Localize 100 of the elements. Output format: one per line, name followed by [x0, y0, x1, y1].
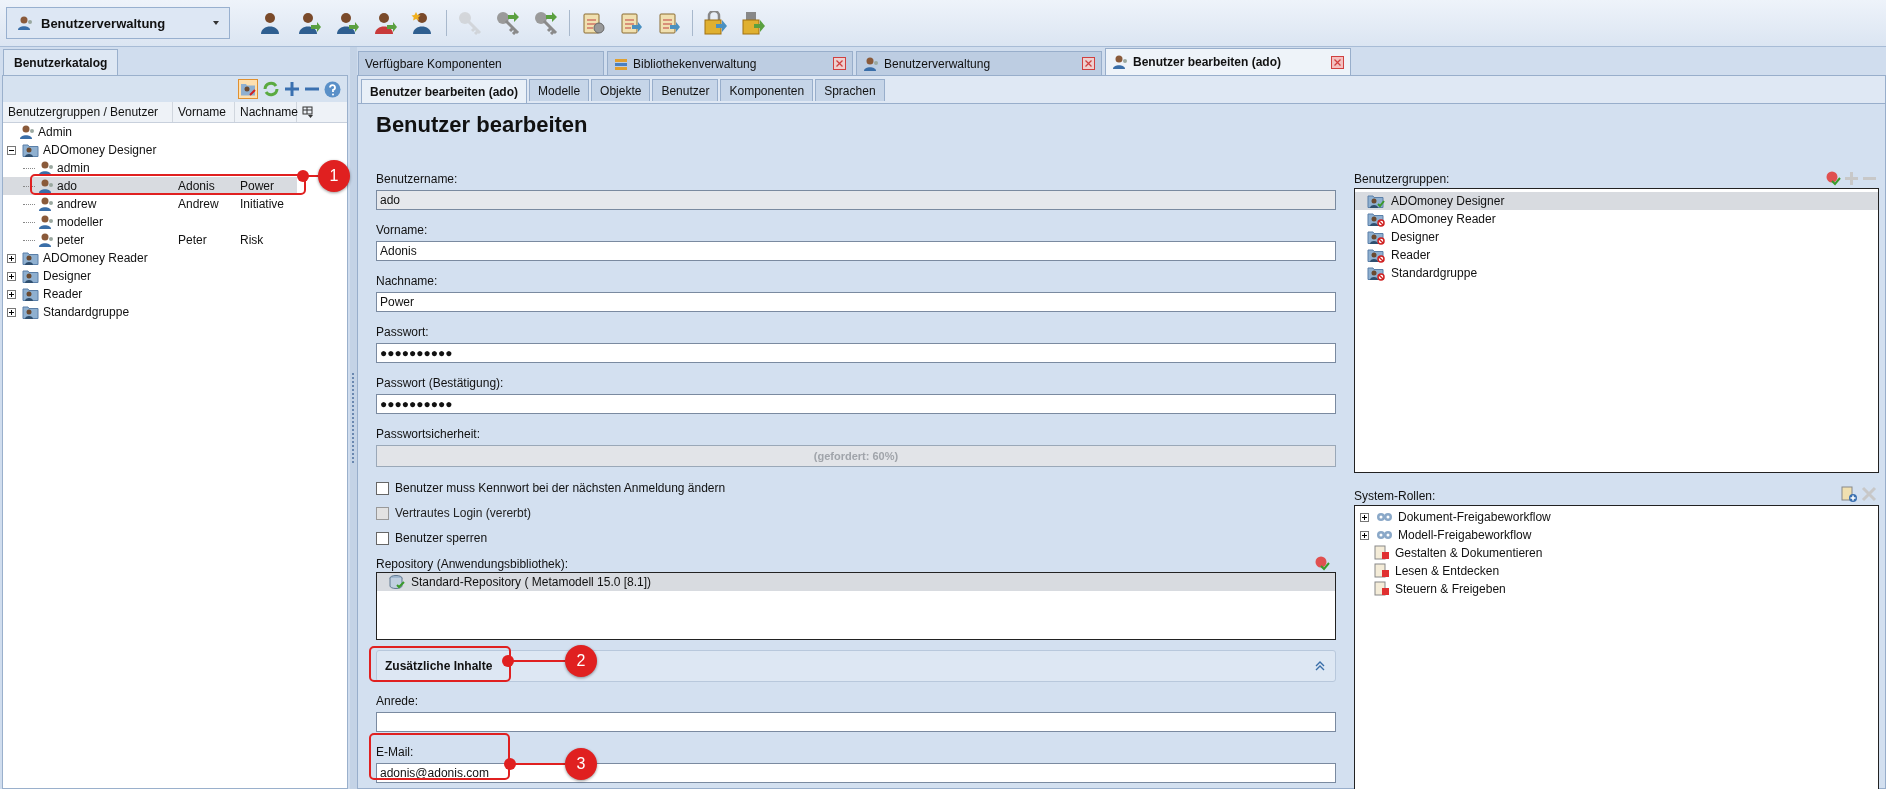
text-field[interactable]: ●●●●●●●●●● [376, 394, 1336, 414]
document-tab[interactable]: Bibliothekenverwaltung [607, 51, 853, 75]
document-tab[interactable]: Verfügbare Komponenten [358, 51, 604, 75]
group-item[interactable]: ADOmoney Designer [1355, 192, 1878, 210]
group-item[interactable]: Standardgruppe [1355, 264, 1878, 282]
role-item[interactable]: Gestalten & Dokumentieren [1355, 544, 1878, 562]
checkbox[interactable] [376, 481, 389, 495]
tree-label: modeller [57, 215, 104, 229]
expand-icon[interactable] [7, 307, 16, 317]
person-icon [373, 11, 397, 35]
repository-item[interactable]: Standard-Repository ( Metamodell 15.0 [8.1]) [377, 573, 1335, 591]
doc-icon [657, 11, 681, 35]
doc-icon [619, 11, 643, 35]
lock-icon [704, 11, 728, 35]
tree-row[interactable]: Reader [3, 285, 297, 303]
group-item[interactable]: ADOmoney Reader [1355, 210, 1878, 228]
expand-icon[interactable] [7, 271, 16, 281]
checkbox[interactable] [376, 531, 389, 545]
text-field[interactable] [376, 712, 1336, 732]
help-icon[interactable] [324, 80, 341, 98]
expand-icon[interactable] [1360, 512, 1369, 522]
column-header[interactable]: Vorname [173, 102, 235, 122]
page-tab[interactable]: Sprachen [815, 79, 885, 101]
gears-icon [1376, 528, 1394, 542]
group-item[interactable]: Reader [1355, 246, 1878, 264]
tree-label: ADOmoney Reader [43, 251, 148, 265]
checkbox-label: Benutzer sperren [395, 531, 488, 545]
expand-icon[interactable] [1360, 530, 1369, 540]
first-name-cell: Adonis [178, 179, 215, 193]
tree-row[interactable]: peter Peter Risk [3, 231, 297, 249]
tree-row[interactable]: ADOmoney Designer [3, 141, 297, 159]
tree-row[interactable]: Admin [3, 123, 297, 141]
expand-icon[interactable] [7, 289, 16, 299]
role-item[interactable]: Lesen & Entdecken [1355, 562, 1878, 580]
close-icon[interactable] [833, 57, 846, 70]
assign-icon[interactable] [1314, 555, 1330, 571]
clipboard-icon [1373, 563, 1391, 579]
collapse-icon[interactable] [7, 145, 16, 155]
tree-row[interactable]: Designer [3, 267, 297, 285]
user-icon [863, 55, 879, 72]
page-tab[interactable]: Objekte [591, 79, 651, 101]
close-icon[interactable] [1082, 57, 1095, 70]
key-icon [496, 11, 520, 35]
tree-row[interactable]: modeller [3, 213, 297, 231]
checkbox-label: Benutzer muss Kennwort bei der nächsten Anmeldung ändern [395, 481, 726, 495]
tree-row[interactable]: ADOmoney Reader [3, 249, 297, 267]
tab-label: Bibliothekenverwaltung [633, 56, 758, 71]
page-tab[interactable]: Komponenten [720, 79, 814, 101]
column-header[interactable]: Nachname [235, 102, 297, 122]
tree-row[interactable]: andrew Andrew Initiative [3, 195, 297, 213]
field-label: Passwort: [376, 325, 430, 339]
tree-label: ADOmoney Designer [43, 143, 157, 157]
person-icon [297, 11, 321, 35]
page-tab[interactable]: Benutzer [652, 79, 719, 101]
tree-row[interactable]: admin [3, 159, 297, 177]
text-field[interactable]: Power [376, 292, 1336, 312]
user-admin-icon [17, 15, 33, 31]
checkbox-label: Vertrautes Login (vererbt) [395, 506, 532, 520]
section-title: Zusätzliche Inhalte [385, 659, 493, 673]
user-group-icon [22, 268, 40, 284]
user-folder-icon[interactable] [238, 79, 258, 99]
clipboard-icon [1373, 545, 1391, 561]
page-tab[interactable]: Benutzer bearbeiten (ado) [361, 79, 528, 103]
gears-icon [1376, 510, 1394, 524]
text-field[interactable]: ●●●●●●●●●● [376, 343, 1336, 363]
column-header[interactable]: Benutzergruppen / Benutzer [3, 102, 173, 122]
document-tab[interactable]: Benutzerverwaltung [856, 51, 1102, 75]
person-icon [335, 11, 359, 35]
field-label: Vorname: [376, 223, 429, 237]
books-icon [614, 56, 628, 71]
first-name-cell: Andrew [178, 197, 219, 211]
blocked-group-icon [1367, 247, 1385, 263]
refresh-icon[interactable] [262, 80, 280, 98]
database-icon [389, 574, 405, 590]
last-name-cell: Power [240, 179, 274, 193]
role-item[interactable]: Modell-Freigabeworkflow [1355, 526, 1878, 544]
panel-tab[interactable]: Benutzerkatalog [3, 49, 119, 75]
assign-icon[interactable] [1825, 170, 1841, 186]
expand-icon[interactable] [7, 253, 16, 263]
close-icon[interactable] [1331, 55, 1344, 69]
disk-icon [742, 11, 766, 35]
leader-line [504, 758, 565, 770]
document-tab[interactable]: Benutzer bearbeiten (ado) [1105, 48, 1351, 75]
group-item[interactable]: Designer [1355, 228, 1878, 246]
role-item[interactable]: Dokument-Freigabeworkflow [1355, 508, 1878, 526]
add-icon[interactable] [284, 81, 300, 97]
user-group-icon [22, 250, 40, 266]
column-chooser-icon[interactable] [302, 106, 314, 118]
user-icon [38, 214, 54, 230]
user-group-icon [22, 142, 40, 158]
module-selector[interactable]: Benutzerverwaltung [6, 7, 230, 39]
field-label: E-Mail: [376, 745, 415, 759]
page-tab[interactable]: Modelle [529, 79, 590, 101]
blocked-group-icon [1367, 265, 1385, 281]
key-icon [534, 11, 558, 35]
role-item[interactable]: Steuern & Freigeben [1355, 580, 1878, 598]
tree-row[interactable]: Standardgruppe [3, 303, 297, 321]
text-field[interactable]: Adonis [376, 241, 1336, 261]
clipboard-add-icon[interactable] [1840, 485, 1858, 503]
tree-label: peter [57, 233, 85, 247]
